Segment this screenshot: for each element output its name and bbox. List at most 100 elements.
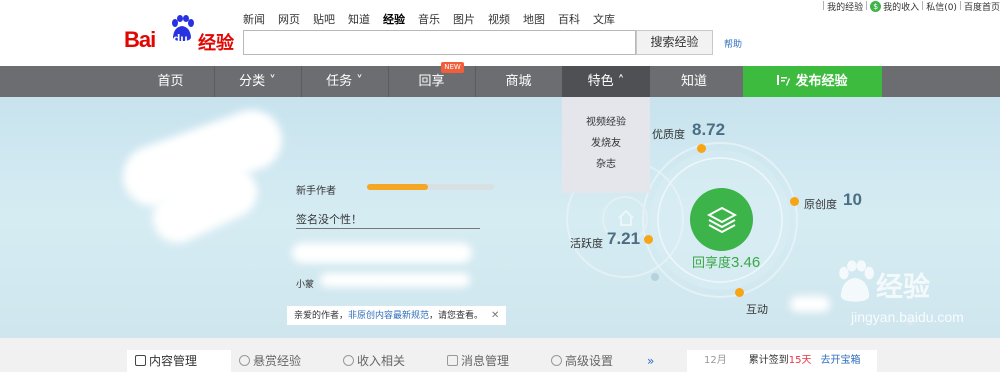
new-badge: NEW	[441, 62, 464, 73]
tab-income[interactable]: 收入相关	[335, 350, 439, 372]
originality-value: 10	[843, 190, 862, 209]
share-value: 3.46	[731, 254, 761, 271]
house-icon	[618, 209, 634, 226]
more-tabs-button[interactable]: »	[643, 350, 673, 372]
xiaomeng-label: 小蒙	[296, 280, 315, 290]
tab-bounty-experience[interactable]: 悬赏经验	[231, 350, 335, 372]
bounty-icon	[239, 355, 250, 366]
publish-label: 发布经验	[795, 74, 848, 89]
obscured-value	[790, 296, 830, 312]
nav-categories[interactable]: 分类 ˅	[214, 66, 301, 97]
tab-messages[interactable]: 消息管理	[439, 350, 543, 372]
separator: |	[921, 1, 925, 11]
checkin-days: 15天	[788, 355, 812, 366]
tab-content-management[interactable]: 内容管理	[127, 350, 231, 372]
originality-dot	[790, 197, 799, 206]
obscured-text	[320, 273, 470, 287]
interaction-dot	[735, 288, 744, 297]
baidu-home-link[interactable]: 百度首页	[964, 0, 1000, 13]
list-icon	[135, 355, 146, 366]
category-tieba[interactable]: 贴吧	[313, 11, 335, 27]
coin-icon: $	[870, 0, 882, 12]
category-news[interactable]: 新闻	[243, 11, 265, 27]
category-video[interactable]: 视频	[488, 11, 510, 27]
quality-dot	[697, 144, 706, 153]
tab-label: 高级设置	[565, 354, 614, 368]
category-web[interactable]: 网页	[278, 11, 300, 27]
close-icon[interactable]: ✕	[491, 310, 499, 321]
logo-text-bai: Bai	[124, 27, 156, 52]
gear-icon	[551, 355, 562, 366]
activity-dot	[644, 235, 653, 244]
edit-icon	[777, 75, 791, 86]
tab-label: 收入相关	[357, 354, 406, 368]
messages-link[interactable]: 私信(0)	[926, 0, 957, 13]
notice-bar: 亲爱的作者，非原创内容最新规范，请您查看。 ✕	[287, 306, 507, 325]
nav-zhidao[interactable]: 知道	[650, 66, 738, 97]
dropdown-item-magazine[interactable]: 杂志	[562, 154, 650, 175]
level-progress-fill	[367, 184, 428, 190]
banner-decoration	[566, 142, 913, 325]
bottom-panel: 内容管理 悬赏经验 收入相关 消息管理 高级设置 » 12月 累计签到15天 去开宝…	[0, 338, 1000, 372]
tab-advanced-settings[interactable]: 高级设置	[543, 350, 643, 372]
nav-home[interactable]: 首页	[127, 66, 214, 97]
originality-label: 原创度	[804, 198, 837, 211]
quality-label: 优质度	[652, 128, 685, 141]
obscured-username	[292, 243, 472, 263]
tab-label: 消息管理	[461, 354, 510, 368]
activity-value: 7.21	[607, 229, 641, 248]
publish-experience-button[interactable]: 发布经验	[743, 66, 882, 97]
huixiang-center[interactable]	[690, 188, 753, 251]
notice-prefix: 亲爱的作者，	[294, 311, 349, 321]
search-button[interactable]: 搜索经验	[636, 30, 713, 55]
income-icon	[343, 355, 354, 366]
tab-label: 悬赏经验	[253, 354, 302, 368]
nav-featured[interactable]: 特色 ˄	[562, 66, 650, 97]
huixiang-score: 回享度3.46	[692, 252, 760, 271]
management-tabs: 内容管理 悬赏经验 收入相关 消息管理 高级设置 »	[127, 350, 677, 372]
featured-dropdown: 视频经验 发烧友 杂志	[562, 97, 650, 193]
nav-mall[interactable]: 商城	[475, 66, 562, 97]
separator: |	[865, 1, 869, 11]
category-map[interactable]: 地图	[523, 11, 545, 27]
logo-text-du: du	[173, 32, 188, 46]
category-images[interactable]: 图片	[453, 11, 475, 27]
share-label: 回享度	[692, 256, 732, 271]
checkin-month: 12月	[704, 355, 727, 366]
signature-text[interactable]: 签名没个性！	[296, 211, 362, 227]
help-link[interactable]: 帮助	[724, 37, 742, 50]
dropdown-item-fans[interactable]: 发烧友	[562, 133, 650, 154]
dropdown-item-video-experience[interactable]: 视频经验	[562, 112, 650, 133]
search-input[interactable]	[243, 30, 636, 55]
category-wenku[interactable]: 文库	[593, 11, 615, 27]
main-nav-bar: 首页 分类 ˅ 任务 ˅ 回享 商城 特色 ˄ 知道 发布经验	[0, 66, 1000, 97]
baidu-jingyan-logo[interactable]: Bai du 经验	[124, 12, 234, 54]
my-experience-link[interactable]: 我的经验	[827, 0, 863, 13]
category-zhidao[interactable]: 知道	[348, 11, 370, 27]
top-utility-links: | 我的经验 | $ 我的收入 | 私信(0) | 百度首页	[820, 0, 1000, 13]
author-banner	[0, 97, 1000, 338]
category-nav: 新闻 网页 贴吧 知道 经验 音乐 图片 视频 地图 百科 文库	[243, 11, 628, 27]
checkin-box: 12月 累计签到15天 去开宝箱	[687, 350, 877, 372]
nav-tasks[interactable]: 任务 ˅	[301, 66, 388, 97]
category-jingyan[interactable]: 经验	[383, 11, 405, 27]
interaction-label: 互动	[746, 303, 768, 316]
author-level-label: 新手作者	[296, 186, 336, 197]
logo-text-jingyan: 经验	[198, 33, 234, 54]
category-baike[interactable]: 百科	[558, 11, 580, 27]
my-income-link[interactable]: 我的收入	[883, 0, 919, 13]
category-music[interactable]: 音乐	[418, 11, 440, 27]
separator: |	[822, 1, 826, 11]
separator: |	[958, 1, 962, 11]
checkin-text: 累计签到	[748, 355, 789, 366]
tab-label: 内容管理	[149, 354, 198, 368]
signature-underline	[296, 228, 480, 229]
level-progress-bar	[367, 184, 494, 190]
notice-suffix: ，请您查看。	[429, 311, 484, 321]
quality-value: 8.72	[692, 120, 726, 139]
open-treasure-link[interactable]: 去开宝箱	[820, 355, 860, 366]
layers-icon	[707, 206, 737, 234]
mail-icon	[447, 355, 458, 366]
activity-label: 活跃度	[570, 237, 603, 250]
notice-link[interactable]: 非原创内容最新规范	[348, 311, 429, 321]
